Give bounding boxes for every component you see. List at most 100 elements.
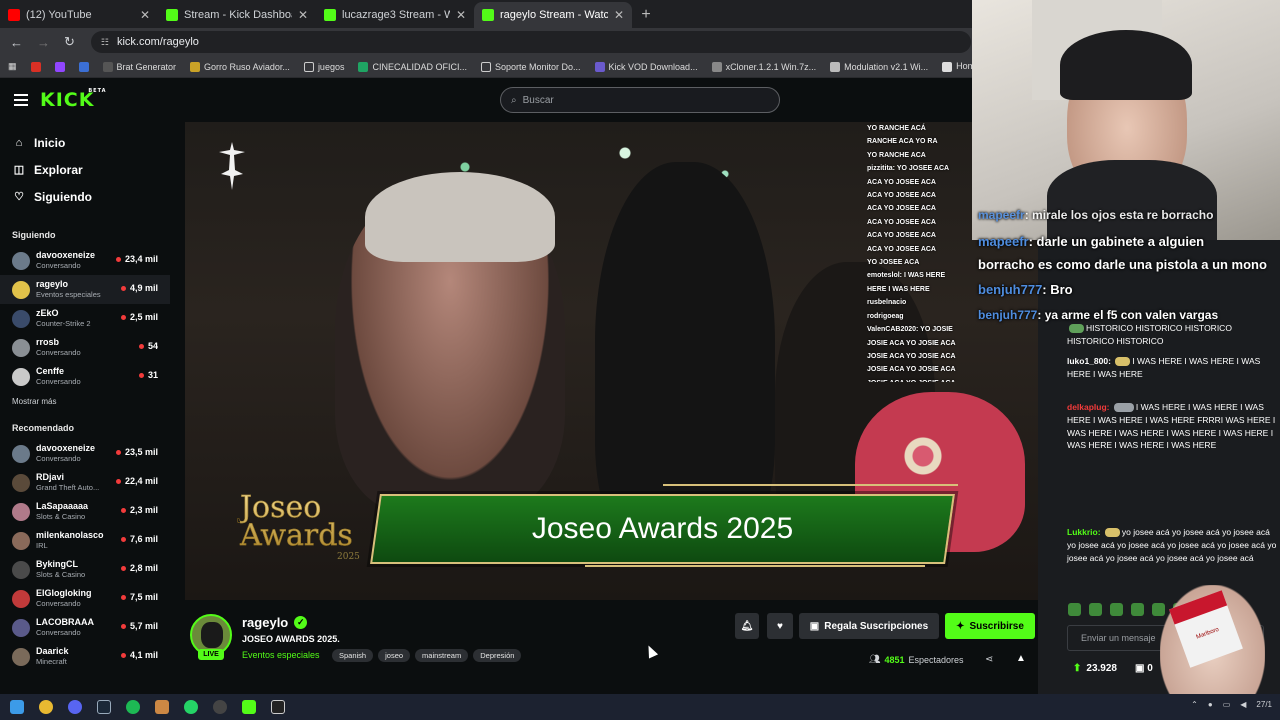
steam-icon[interactable] xyxy=(92,695,116,719)
gmail-icon[interactable] xyxy=(30,61,41,72)
bookmark-item[interactable]: Kick VOD Download... xyxy=(594,61,698,72)
bookmark-item[interactable]: xCloner.1.2.1 Win.7z... xyxy=(711,61,816,72)
close-tab-icon[interactable]: ✕ xyxy=(140,8,150,22)
report-icon[interactable]: ▲ xyxy=(1016,653,1026,664)
bookmark-shortcut-icon[interactable] xyxy=(78,61,89,72)
recommended-heading: Recomendado xyxy=(12,423,75,433)
tag-chip[interactable]: Depresión xyxy=(473,649,522,662)
network-icon[interactable]: ▭ xyxy=(1223,700,1231,709)
kick-icon[interactable] xyxy=(237,695,261,719)
sidebar-channel-rdjavi[interactable]: RDjavi Grand Theft Auto... 22,4 mil xyxy=(0,468,170,497)
tab-lucazrage3[interactable]: lucazrage3 Stream - Watch Live ✕ xyxy=(316,2,474,28)
sidebar-channel-daarick[interactable]: Daarick Minecraft 4,1 mil xyxy=(0,642,170,671)
channel-name: rageylo xyxy=(36,279,69,289)
sidebar-channel-elglogloking[interactable]: ElGlogloking Conversando 7,5 mil xyxy=(0,584,170,613)
video-player[interactable]: YO RANCHE ACÁ RANCHE ACA YO RA YO RANCHE A… xyxy=(185,122,1038,600)
site-info-icon[interactable]: ☷ xyxy=(101,37,109,48)
close-tab-icon[interactable]: ✕ xyxy=(298,8,308,22)
chevron-up-icon[interactable]: ⌃ xyxy=(1191,700,1198,709)
sidebar-channel-rrosb[interactable]: rrosb Conversando 54 xyxy=(0,333,170,362)
bookmark-item[interactable]: Gorro Ruso Aviador... xyxy=(190,61,290,72)
mic-icon[interactable]: ● xyxy=(1208,700,1213,709)
volume-icon[interactable]: ◀ xyxy=(1240,700,1246,709)
spotify-icon[interactable] xyxy=(121,695,145,719)
search-input[interactable]: ⌕ Buscar xyxy=(500,87,780,113)
notification-bell-button[interactable]: 🔔︎ xyxy=(735,613,759,639)
avatar xyxy=(12,367,30,386)
close-tab-icon[interactable]: ✕ xyxy=(614,8,624,22)
bookmark-item[interactable]: Soporte Monitor Do... xyxy=(480,61,581,72)
joseo-awards-year: 2025 xyxy=(337,552,360,562)
sidebar-channel-zeko[interactable]: zEkO Counter-Strike 2 2,5 mil xyxy=(0,304,170,333)
avatar xyxy=(12,251,30,270)
stream-category[interactable]: Eventos especiales xyxy=(242,650,320,660)
apps-icon[interactable]: ▦ xyxy=(8,61,17,72)
gift-count[interactable]: ▣ 0 xyxy=(1135,663,1153,674)
forward-icon[interactable]: → xyxy=(37,35,50,50)
bookmarks-bar: ▦ Brat Generator Gorro Ruso Aviador... j… xyxy=(0,56,1019,78)
bookmark-folder[interactable]: juegos xyxy=(303,61,344,72)
sidebar-channel-milenkanolasco[interactable]: milenkanolasco IRL 7,6 mil xyxy=(0,526,170,555)
sidebar-channel-bykingcl[interactable]: BykingCL Slots & Casino 2,8 mil xyxy=(0,555,170,584)
new-tab-button[interactable]: + xyxy=(632,2,660,28)
sidebar-channel-davooxeneize[interactable]: davooxeneize Conversando 23,5 mil xyxy=(0,439,170,468)
tag-chip[interactable]: mainstream xyxy=(415,649,469,662)
channel-category: Eventos especiales xyxy=(36,290,101,299)
gift-subs-button[interactable]: ▣ Regala Suscripciones xyxy=(799,613,939,639)
subscribe-button[interactable]: ✦ Suscribirse xyxy=(945,613,1035,639)
avatar xyxy=(12,280,30,299)
obs-icon[interactable] xyxy=(208,695,232,719)
reload-icon[interactable]: ↻ xyxy=(64,34,75,50)
bookmark-item[interactable]: Modulation v2.1 Wi... xyxy=(830,61,928,72)
back-icon[interactable]: ← xyxy=(10,35,23,50)
epic-games-icon[interactable] xyxy=(266,695,290,719)
tab-kick-dashboard[interactable]: Stream - Kick Dashboard ✕ xyxy=(158,2,316,28)
url-field[interactable]: ☷ kick.com/rageylo xyxy=(90,31,971,53)
sidebar-channel-rageylo[interactable]: rageylo Eventos especiales 4,9 mil xyxy=(0,275,170,304)
start-icon[interactable] xyxy=(5,695,29,719)
emote-icon[interactable] xyxy=(1131,603,1144,616)
close-tab-icon[interactable]: ✕ xyxy=(456,8,466,22)
chrome-icon[interactable] xyxy=(34,695,58,719)
nav-explorar[interactable]: ◫ Explorar xyxy=(0,156,170,183)
clock-date[interactable]: 27/1 xyxy=(1256,700,1272,709)
app-icon[interactable] xyxy=(150,695,174,719)
white-cap xyxy=(365,172,555,262)
share-icon[interactable]: ⋖ xyxy=(985,654,993,665)
kick-logo[interactable]: KICK BETA xyxy=(40,88,105,111)
tab-rageylo[interactable]: rageylo Stream - Watch Live ✕ xyxy=(474,2,632,28)
menu-icon[interactable] xyxy=(14,94,28,106)
discord-icon[interactable] xyxy=(63,695,87,719)
tab-youtube[interactable]: (12) YouTube ✕ xyxy=(0,2,158,28)
twitch-icon[interactable] xyxy=(54,61,65,72)
emote-icon[interactable] xyxy=(1068,603,1081,616)
streamer-name[interactable]: rageylo ✓ xyxy=(242,615,308,630)
nav-siguiendo[interactable]: ♡ Siguiendo xyxy=(0,183,170,210)
emote-icon[interactable] xyxy=(1110,603,1123,616)
chat-message: luko1_800: I WAS HERE I WAS HERE I WAS H… xyxy=(1067,356,1261,379)
bookmark-item[interactable]: Brat Generator xyxy=(102,61,176,72)
emote-icon[interactable] xyxy=(1089,603,1102,616)
channel-viewers: 54 xyxy=(138,341,158,351)
sidebar-channel-lasapaaaaa[interactable]: LaSapaaaaa Slots & Casino 2,3 mil xyxy=(0,497,170,526)
viewer-count: 👥︎ 4851 Espectadores xyxy=(869,654,964,665)
channel-category: Conversando xyxy=(36,348,81,357)
sidebar-channel-davooxeneize[interactable]: davooxeneize Conversando 23,4 mil xyxy=(0,246,170,275)
whatsapp-icon[interactable] xyxy=(179,695,203,719)
channel-viewers: 23,5 mil xyxy=(115,447,158,457)
channel-category: Minecraft xyxy=(36,657,67,666)
nav-inicio[interactable]: ⌂ Inicio xyxy=(0,129,170,156)
sidebar-channel-lacobraaa[interactable]: LACOBRAAA Conversando 5,7 mil xyxy=(0,613,170,642)
channel-viewers: 7,5 mil xyxy=(120,592,158,602)
bookmark-item[interactable]: CINECALIDAD OFICI... xyxy=(358,61,467,72)
tag-chip[interactable]: Spanish xyxy=(332,649,374,662)
channel-viewers: 2,3 mil xyxy=(120,505,158,515)
channel-points[interactable]: ⬆ 23.928 xyxy=(1073,663,1117,674)
sidebar-channel-cenffe[interactable]: Cenffe Conversando 31 xyxy=(0,362,170,391)
tag-chip[interactable]: joseo xyxy=(378,649,411,662)
avatar xyxy=(12,589,30,608)
tab-title: rageylo Stream - Watch Live xyxy=(500,9,608,21)
joseo-awards-logo: Joseo Awards xyxy=(240,490,353,553)
show-more-link[interactable]: Mostrar más xyxy=(0,397,170,406)
follow-button[interactable]: ♥ xyxy=(767,613,793,639)
